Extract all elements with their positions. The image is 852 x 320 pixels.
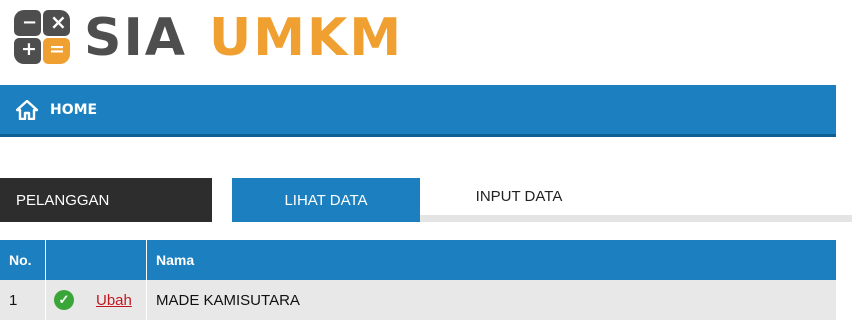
edit-link[interactable]: Ubah — [96, 292, 132, 309]
tab-lihat-data[interactable]: LIHAT DATA — [232, 178, 420, 222]
home-link[interactable]: HOME — [50, 102, 97, 118]
cell-actions: ✓ Ubah — [46, 280, 147, 320]
table-header: No. Nama — [0, 240, 836, 280]
section-title: PELANGGAN — [0, 178, 212, 222]
tab-input-data[interactable]: INPUT DATA — [424, 178, 614, 215]
home-icon[interactable] — [15, 99, 39, 120]
customer-table: No. Nama 1 ✓ Ubah MADE KAMISUTARA — [0, 240, 836, 320]
logo-text-sia: SIA — [84, 8, 188, 68]
equals-glyph: = — [49, 38, 65, 60]
app-logo: − × + = SIA UMKM — [14, 8, 403, 68]
top-navbar: HOME — [0, 85, 836, 137]
calculator-icon: − × + = — [14, 10, 74, 66]
check-circle-icon: ✓ — [54, 290, 74, 310]
logo-text-umkm: UMKM — [209, 8, 404, 68]
plus-glyph: + — [21, 38, 37, 60]
minus-glyph: − — [22, 12, 38, 33]
cell-nama: MADE KAMISUTARA — [156, 291, 300, 309]
header-nama: Nama — [156, 252, 195, 268]
cell-no: 1 — [0, 280, 46, 320]
times-glyph: × — [50, 10, 67, 34]
header-action — [46, 240, 147, 280]
table-row: 1 ✓ Ubah MADE KAMISUTARA — [0, 280, 836, 320]
header-no: No. — [0, 240, 46, 280]
